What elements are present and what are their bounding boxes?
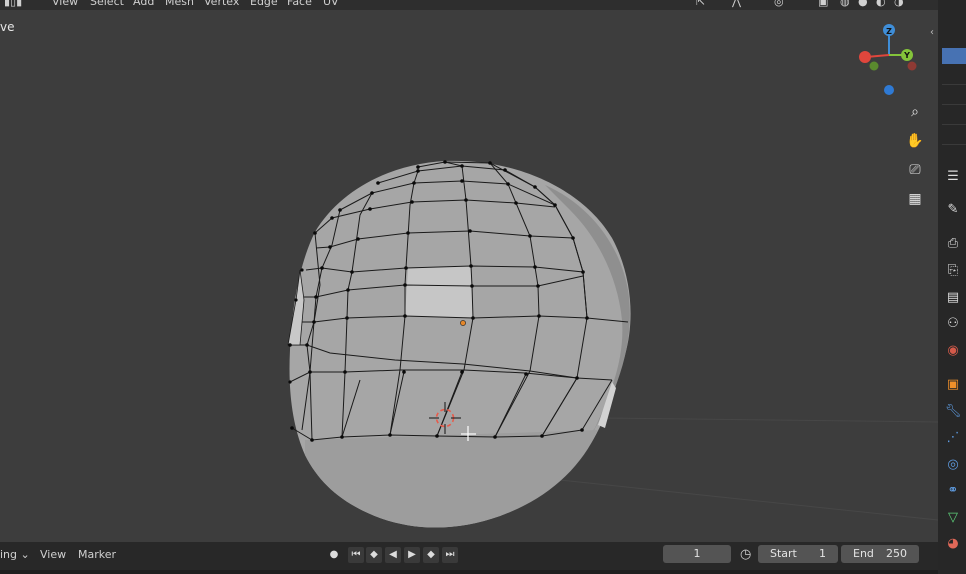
world-properties-icon[interactable]: ◉ xyxy=(942,341,964,361)
modifier-properties-icon[interactable]: 🔧︎ xyxy=(942,402,964,422)
outliner-selected-row[interactable] xyxy=(942,48,966,64)
solid-shading-icon[interactable]: ● xyxy=(858,0,868,8)
timeline-header: ing ⌄ View Marker ● ⏮ ◆ ◀ ▶ ◆ ⏭ 1 ◷ Star… xyxy=(0,542,938,574)
3d-viewport[interactable]: Z Y xyxy=(0,10,938,542)
wireframe-shading-icon[interactable]: ◍ xyxy=(840,0,850,8)
menu-edge[interactable]: Edge xyxy=(250,0,278,9)
overlay-icon[interactable]: ▣ xyxy=(818,0,828,8)
menu-vertex[interactable]: Vertex xyxy=(204,0,239,9)
outliner-row-divider xyxy=(942,124,966,125)
material-shading-icon[interactable]: ◐ xyxy=(876,0,886,8)
menu-add[interactable]: Add xyxy=(133,0,154,9)
next-keyframe-icon[interactable]: ◆ xyxy=(423,547,439,563)
outliner-row-divider xyxy=(942,84,966,85)
selected-face[interactable] xyxy=(405,266,473,318)
jump-start-icon[interactable]: ⏮ xyxy=(348,547,364,563)
physics-properties-icon[interactable]: ◎ xyxy=(942,455,964,475)
object-properties-icon[interactable]: ▣ xyxy=(942,375,964,395)
sidebar-toggle-icon[interactable]: ‹ xyxy=(930,27,934,38)
preview-range-icon[interactable]: ◷ xyxy=(740,547,751,563)
shading-options-icon[interactable]: ˅ xyxy=(914,0,920,8)
proportional-edit-icon[interactable]: ◎˅ xyxy=(774,0,789,8)
pan-hand-icon[interactable]: ✋ xyxy=(903,129,927,153)
material-properties-icon[interactable]: ◕ xyxy=(942,534,964,554)
timeline-marker-menu[interactable]: Marker xyxy=(78,547,116,563)
select-mode-icons[interactable]: ▮▯▮ xyxy=(4,0,22,8)
perspective-grid-icon[interactable]: ▦ xyxy=(903,187,927,211)
rendered-shading-icon[interactable]: ◑ xyxy=(894,0,904,8)
head-lower-shading xyxy=(305,430,598,528)
record-icon[interactable]: ● xyxy=(326,547,342,563)
menu-mesh[interactable]: Mesh xyxy=(165,0,194,9)
timeline-ruler[interactable] xyxy=(0,570,938,574)
constraints-properties-icon[interactable]: ⚭ xyxy=(942,481,964,501)
menu-uv[interactable]: UV xyxy=(323,0,339,9)
transform-pivot-icon[interactable]: ⇱˅ xyxy=(696,0,711,8)
viewport-canvas[interactable]: Z Y xyxy=(0,10,938,542)
jump-end-icon[interactable]: ⏭ xyxy=(442,547,458,563)
start-frame-field[interactable]: Start 1 xyxy=(758,545,838,563)
start-label: Start xyxy=(770,547,797,560)
playback-label: ing xyxy=(0,548,18,561)
snap-icon[interactable]: ⋀˅ xyxy=(732,0,747,8)
menu-select[interactable]: Select xyxy=(90,0,124,9)
object-data-icon[interactable]: ▽ xyxy=(942,508,964,528)
floor-grid-line xyxy=(559,479,938,521)
gizmo-neg-z[interactable] xyxy=(884,85,894,95)
outliner-row-divider xyxy=(942,104,966,105)
camera-view-icon[interactable]: ⎚ xyxy=(903,158,927,182)
scene-properties-icon[interactable]: ⚇ xyxy=(942,314,964,334)
render-properties-icon[interactable]: ⎙ xyxy=(942,234,964,254)
start-value: 1 xyxy=(819,547,826,560)
menu-face[interactable]: Face xyxy=(287,0,312,9)
end-frame-field[interactable]: End 250 xyxy=(841,545,919,563)
editor-type-icon[interactable]: ☰ xyxy=(942,167,964,187)
gizmo-z-label: Z xyxy=(886,27,892,36)
viewport-header: ▮▯▮ View Select Add Mesh Vertex Edge Fac… xyxy=(0,0,938,10)
playback-dropdown[interactable]: ing ⌄ xyxy=(0,547,30,563)
zoom-icon[interactable]: ⌕ xyxy=(903,100,927,124)
tool-properties-icon[interactable]: ✎ xyxy=(942,200,964,220)
play-reverse-icon[interactable]: ◀ xyxy=(385,547,401,563)
end-value: 250 xyxy=(886,547,907,560)
outliner-row-divider xyxy=(942,144,966,145)
prev-keyframe-icon[interactable]: ◆ xyxy=(366,547,382,563)
play-icon[interactable]: ▶ xyxy=(404,547,420,563)
gizmo-neg-y[interactable] xyxy=(869,61,879,71)
gizmo-x-axis[interactable] xyxy=(859,51,871,63)
particles-properties-icon[interactable]: ⋰ xyxy=(942,428,964,448)
view-layer-icon[interactable]: ▤ xyxy=(942,288,964,308)
object-origin xyxy=(460,320,466,326)
current-frame-field[interactable]: 1 xyxy=(663,545,731,563)
end-label: End xyxy=(853,547,874,560)
menu-view[interactable]: View xyxy=(52,0,78,9)
gizmo-y-label: Y xyxy=(903,51,910,60)
chevron-down-icon: ⌄ xyxy=(20,548,30,561)
floor-grid-line xyxy=(599,417,938,423)
output-properties-icon[interactable]: ⎘ xyxy=(942,261,964,281)
gizmo-neg-x[interactable] xyxy=(907,61,917,71)
navigation-gizmo[interactable]: Z Y xyxy=(859,24,917,95)
timeline-view-menu[interactable]: View xyxy=(40,547,66,563)
